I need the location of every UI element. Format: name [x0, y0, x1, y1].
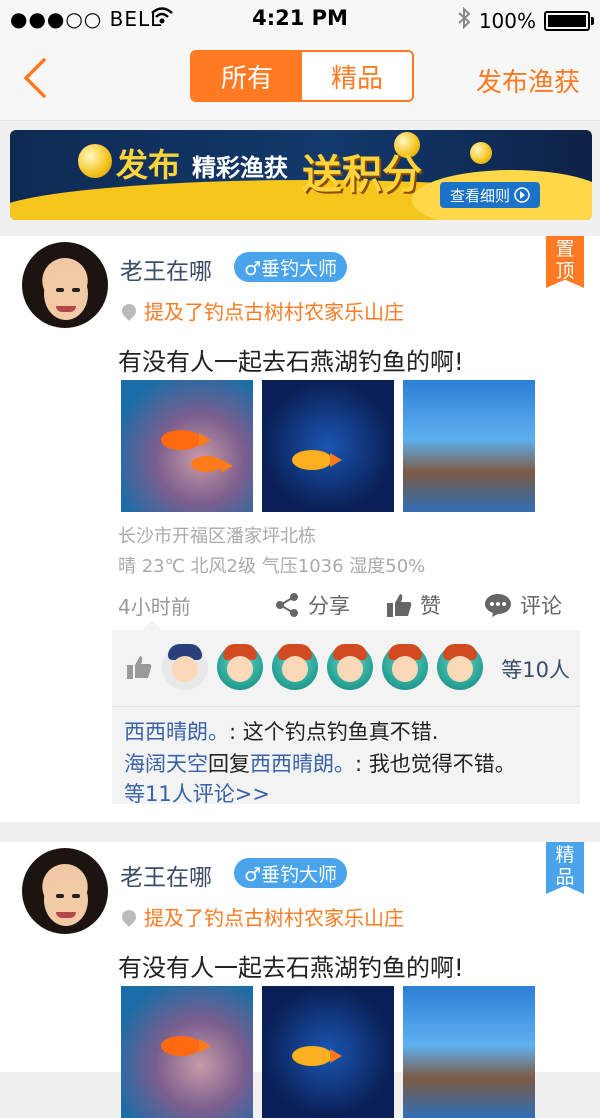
banner-word-points: 送积分	[302, 152, 422, 198]
pinned-tag: 置顶	[546, 236, 584, 288]
status-bar: ●●●○○ BELL 4:21 PM 100%	[0, 0, 600, 38]
likes-count[interactable]: 等10人	[501, 654, 570, 684]
view-rules-label: 查看细则	[449, 186, 510, 205]
reply-word: 回复	[208, 752, 250, 776]
reply-target[interactable]: 西西晴朗。	[250, 752, 355, 776]
liker-avatar[interactable]	[272, 644, 318, 690]
promo-banner[interactable]: 发布 精彩渔获 送积分 查看细则	[10, 130, 592, 220]
weather-info: 晴 23℃ 北风2级 气压1036 湿度50%	[118, 556, 426, 577]
share-icon	[276, 593, 298, 617]
location-pin-icon	[119, 300, 139, 321]
location-mention[interactable]: 提及了钓点古树村农家乐山庄	[119, 296, 404, 325]
photo-clownfish[interactable]	[121, 986, 253, 1118]
avatar[interactable]	[22, 242, 108, 328]
battery-percent: 100%	[478, 8, 536, 33]
comment-icon	[485, 594, 511, 617]
timestamp: 4小时前	[118, 595, 191, 619]
comment-text: : 这个钓点钓鱼真不错.	[229, 720, 439, 744]
view-rules-button[interactable]: 查看细则	[439, 182, 540, 208]
title-badge: ♂垂钓大师	[234, 252, 348, 282]
photo-goldfish[interactable]	[262, 986, 394, 1118]
likes-row: 等10人	[112, 630, 580, 707]
username[interactable]: 老王在哪	[120, 858, 212, 892]
comment-button[interactable]: 评论	[484, 590, 562, 620]
publish-button[interactable]: 发布渔获	[476, 62, 580, 99]
liker-avatar[interactable]	[437, 644, 483, 690]
avatar[interactable]	[22, 848, 108, 934]
commenter-name[interactable]: 海阔天空	[124, 752, 208, 776]
banner-word-catch: 精彩渔获	[192, 154, 288, 182]
location-mention[interactable]: 提及了钓点古树村农家乐山庄	[119, 902, 404, 931]
address: 长沙市开福区潘家坪北栋	[118, 526, 316, 547]
photo-grid	[121, 380, 535, 512]
like-label: 赞	[420, 594, 441, 618]
post-card: 老王在哪 ♂垂钓大师 精品 提及了钓点古树村农家乐山庄 有没有人一起去石燕湖钓鱼…	[0, 842, 600, 1118]
commenter-name[interactable]: 西西晴朗。	[124, 720, 229, 744]
back-button[interactable]	[18, 56, 58, 100]
thumbs-up-icon	[387, 594, 412, 617]
comment-item[interactable]: 西西晴朗。: 这个钓点钓鱼真不错.	[124, 716, 438, 746]
like-button[interactable]: 赞	[386, 590, 441, 620]
comment-item[interactable]: 海阔天空回复西西晴朗。: 我也觉得不错。	[124, 748, 516, 778]
thumbs-up-icon	[127, 656, 152, 679]
liker-avatar[interactable]	[327, 644, 373, 690]
liker-avatar[interactable]	[382, 644, 428, 690]
share-label: 分享	[308, 594, 350, 618]
coin-icon	[470, 142, 492, 164]
liker-avatar[interactable]	[217, 644, 263, 690]
location-pin-icon	[119, 906, 139, 927]
photo-goldfish[interactable]	[262, 380, 394, 512]
featured-tag: 精品	[546, 842, 584, 894]
comment-label: 评论	[520, 594, 562, 618]
chevron-left-icon	[23, 58, 46, 98]
banner-word-publish: 发布	[116, 146, 181, 184]
photo-grid	[121, 986, 535, 1118]
photo-clownfish[interactable]	[121, 380, 253, 512]
title-badge: ♂垂钓大师	[234, 858, 348, 888]
more-comments-link[interactable]: 等11人评论>>	[124, 778, 270, 808]
liker-avatar[interactable]	[162, 644, 208, 690]
comment-text: : 我也觉得不错。	[355, 752, 516, 776]
photo-anime[interactable]	[403, 380, 535, 512]
photo-anime[interactable]	[403, 986, 535, 1118]
post-content: 有没有人一起去石燕湖钓鱼的啊!	[118, 954, 464, 982]
nav-bar: 所有 精品 发布渔获	[0, 38, 600, 121]
tab-featured[interactable]: 精品	[302, 52, 412, 100]
segmented-control: 所有 精品	[190, 50, 414, 102]
play-icon	[514, 187, 530, 203]
share-button[interactable]: 分享	[274, 590, 350, 620]
battery-icon	[544, 10, 594, 31]
bluetooth-icon	[457, 6, 471, 34]
post-content: 有没有人一起去石燕湖钓鱼的啊!	[118, 348, 464, 376]
coin-icon	[78, 144, 112, 178]
post-card: 老王在哪 ♂垂钓大师 置顶 提及了钓点古树村农家乐山庄 有没有人一起去石燕湖钓鱼…	[0, 236, 600, 822]
comments-box: 等10人 西西晴朗。: 这个钓点钓鱼真不错. 海阔天空回复西西晴朗。: 我也觉得…	[112, 620, 580, 806]
location-text: 提及了钓点古树村农家乐山庄	[144, 300, 404, 324]
username[interactable]: 老王在哪	[120, 252, 212, 286]
tab-all[interactable]: 所有	[192, 52, 302, 100]
location-text: 提及了钓点古树村农家乐山庄	[144, 906, 404, 930]
